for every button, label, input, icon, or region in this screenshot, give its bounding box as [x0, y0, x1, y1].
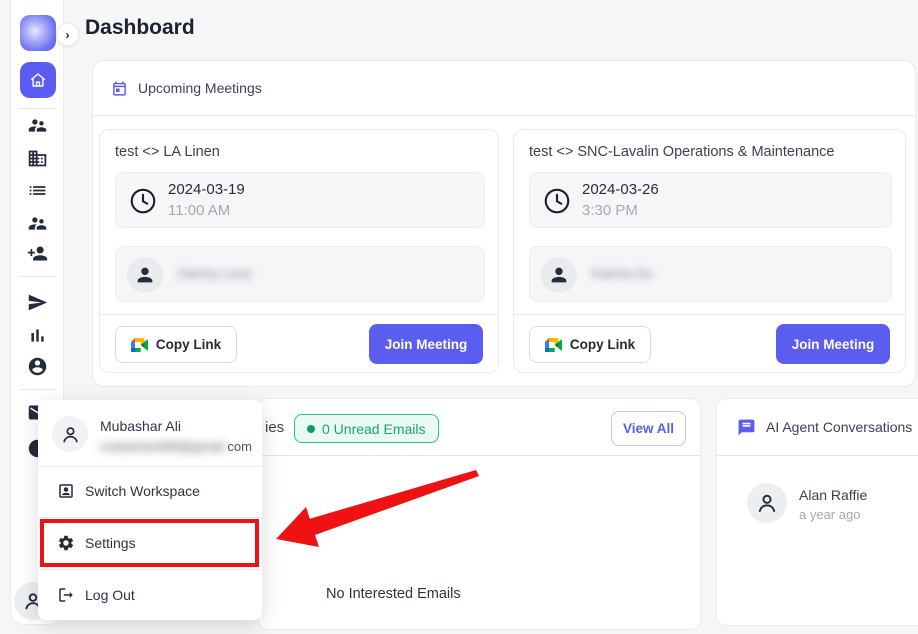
conversation-avatar[interactable]	[747, 483, 787, 523]
unread-emails-label: 0 Unread Emails	[322, 421, 426, 437]
google-meet-icon	[131, 338, 148, 352]
conversation-time: a year ago	[799, 507, 860, 522]
chevron-right-icon: ›	[66, 28, 70, 42]
meeting-time: 3:30 PM	[582, 202, 638, 219]
copy-link-label: Copy Link	[156, 337, 221, 352]
attendee-avatar	[541, 257, 577, 293]
ai-panel-header: AI Agent Conversations	[717, 399, 918, 456]
sidebar-item-campaigns[interactable]	[27, 292, 48, 313]
menu-item-settings[interactable]: Settings	[38, 518, 262, 568]
user-name: Mubashar Ali	[100, 418, 181, 434]
meeting-attendee-box: Danny Levy	[115, 246, 485, 302]
meeting-card: test <> SNC-Lavalin Operations & Mainten…	[513, 129, 906, 373]
list-icon	[27, 180, 48, 201]
logout-icon	[57, 586, 75, 604]
unread-emails-badge: 0 Unread Emails	[294, 414, 439, 443]
card-divider	[514, 314, 905, 315]
sidebar-item-lists[interactable]	[27, 180, 48, 201]
sidebar-divider	[20, 108, 56, 109]
sidebar-item-leads[interactable]	[27, 213, 48, 234]
meeting-time: 11:00 AM	[168, 202, 230, 219]
clock-icon	[542, 186, 572, 216]
sidebar-item-profile[interactable]	[27, 356, 48, 377]
ai-agent-conversations-panel: AI Agent Conversations Alan Raffie a yea…	[716, 398, 918, 626]
page-title: Dashboard	[85, 16, 195, 40]
meeting-date: 2024-03-19	[168, 181, 245, 198]
card-divider	[100, 314, 498, 315]
calendar-icon	[111, 80, 138, 97]
app-logo	[20, 15, 56, 51]
sidebar-item-add-contact[interactable]	[27, 243, 48, 264]
meeting-datetime-box: 2024-03-19 11:00 AM	[115, 172, 485, 228]
conversation-name[interactable]: Alan Raffie	[799, 487, 867, 503]
attendee-avatar	[127, 257, 163, 293]
meeting-title: test <> SNC-Lavalin Operations & Mainten…	[529, 144, 834, 160]
view-all-button[interactable]: View All	[611, 411, 686, 446]
switch-workspace-label: Switch Workspace	[85, 483, 200, 499]
clock-icon	[128, 186, 158, 216]
sidebar-item-analytics[interactable]	[27, 325, 48, 346]
sidebar-divider	[20, 389, 56, 390]
chat-icon	[737, 418, 756, 437]
green-dot-icon	[307, 425, 315, 433]
sidebar-item-home[interactable]	[20, 62, 56, 98]
upcoming-meetings-panel: Upcoming Meetings test <> LA Linen 2024-…	[92, 60, 916, 387]
join-meeting-button[interactable]: Join Meeting	[776, 324, 890, 364]
meeting-date: 2024-03-26	[582, 181, 659, 198]
sidebar-expand-button[interactable]: ›	[56, 23, 79, 46]
account-circle-icon	[27, 356, 48, 377]
user-email-redacted: mubashar999@gmail.	[100, 439, 227, 454]
copy-link-button[interactable]: Copy Link	[115, 326, 237, 363]
user-menu-popup: Mubashar Ali mubashar999@gmail.com Switc…	[38, 400, 262, 620]
user-email-suffix: com	[227, 439, 252, 454]
menu-item-log-out[interactable]: Log Out	[38, 570, 262, 620]
building-icon	[27, 148, 48, 169]
meeting-card: test <> LA Linen 2024-03-19 11:00 AM Dan…	[99, 129, 499, 373]
google-meet-icon	[545, 338, 562, 352]
copy-link-label: Copy Link	[570, 337, 635, 352]
sidebar-item-companies[interactable]	[27, 148, 48, 169]
emails-panel-title-partial: ies	[265, 419, 284, 436]
settings-label: Settings	[85, 535, 136, 551]
user-email: mubashar999@gmail.com	[100, 439, 252, 454]
emails-panel-header: ies 0 Unread Emails View All	[259, 399, 700, 456]
ai-panel-title: AI Agent Conversations	[766, 419, 912, 435]
meeting-title: test <> LA Linen	[115, 144, 220, 160]
people-icon	[27, 213, 48, 234]
attendee-name-redacted: Karina Au	[592, 265, 653, 281]
copy-link-button[interactable]: Copy Link	[529, 326, 651, 363]
upcoming-meetings-title: Upcoming Meetings	[138, 80, 262, 96]
no-interested-emails-text: No Interested Emails	[326, 586, 461, 602]
interested-emails-panel: ies 0 Unread Emails View All No Interest…	[258, 398, 701, 630]
person-add-icon	[27, 243, 48, 264]
send-icon	[27, 292, 48, 313]
sidebar-divider	[20, 276, 56, 277]
attendee-name-redacted: Danny Levy	[178, 265, 252, 281]
sidebar-item-contacts[interactable]	[27, 115, 48, 136]
bar-chart-icon	[27, 325, 48, 346]
people-icon	[27, 115, 48, 136]
meeting-attendee-box: Karina Au	[529, 246, 892, 302]
join-meeting-button[interactable]: Join Meeting	[369, 324, 483, 364]
gear-icon	[57, 534, 75, 552]
meeting-datetime-box: 2024-03-26 3:30 PM	[529, 172, 892, 228]
switch-workspace-icon	[57, 482, 75, 500]
home-icon	[29, 71, 47, 89]
menu-item-switch-workspace[interactable]: Switch Workspace	[38, 466, 262, 516]
user-menu-avatar	[52, 416, 88, 452]
upcoming-meetings-header: Upcoming Meetings	[93, 61, 915, 116]
logout-label: Log Out	[85, 587, 135, 603]
